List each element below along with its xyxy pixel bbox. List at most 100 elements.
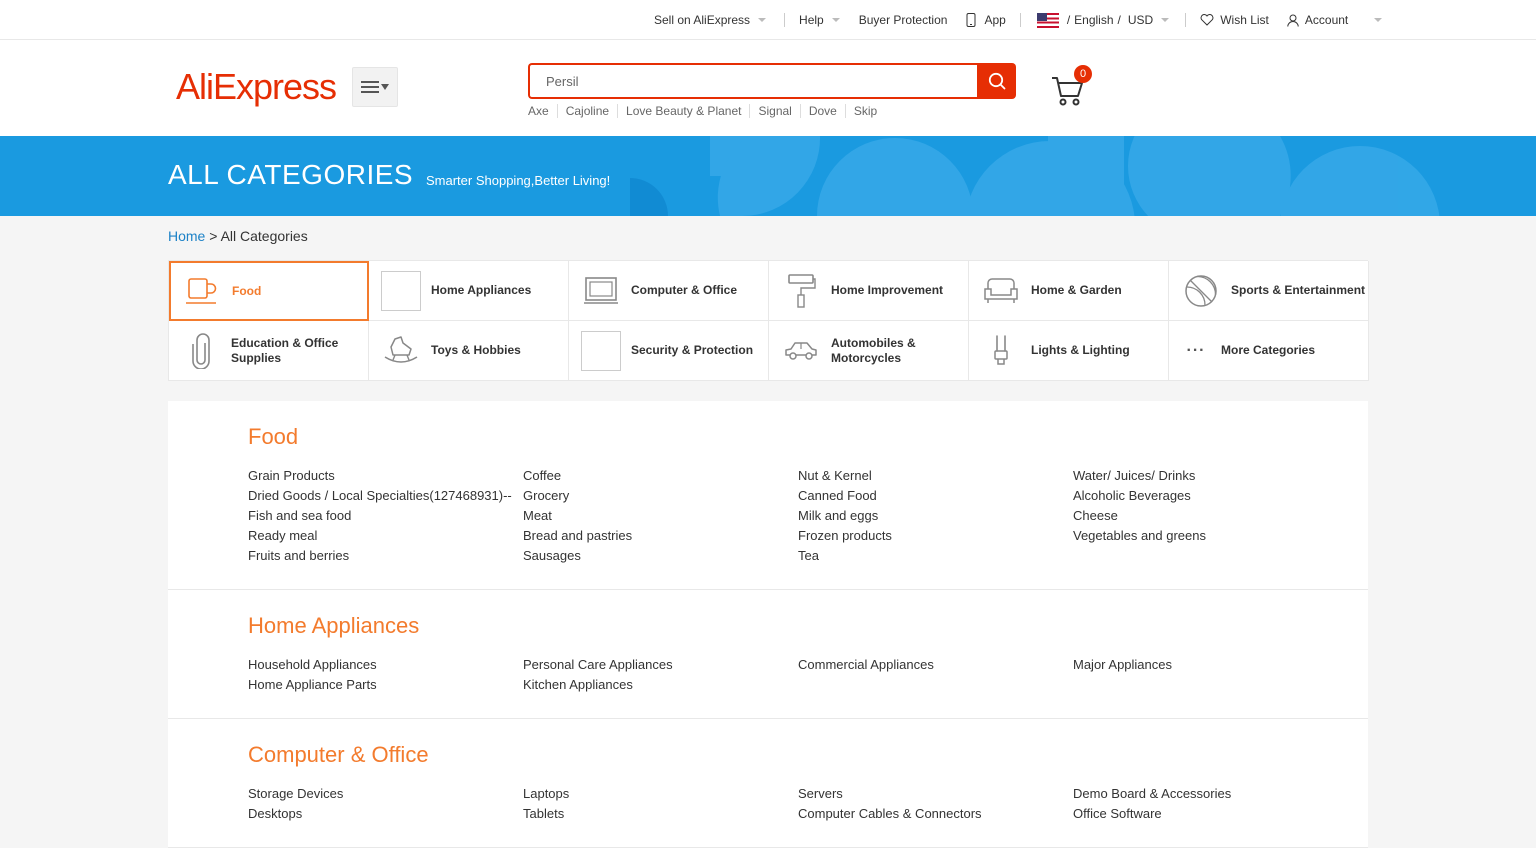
hot-search-link[interactable]: Skip — [844, 104, 885, 118]
section-title[interactable]: Food — [248, 424, 1368, 450]
search-input[interactable] — [528, 63, 977, 99]
subcategory-link[interactable]: Computer Cables & Connectors — [798, 804, 1073, 824]
subcategory-link[interactable]: Meat — [523, 506, 798, 526]
subcategory-link[interactable]: Canned Food — [798, 486, 1073, 506]
hot-search-link[interactable]: Axe — [528, 104, 557, 118]
search-bar — [528, 63, 1016, 99]
image-placeholder-icon — [581, 330, 621, 371]
subcategory-link[interactable]: Tea — [798, 546, 1073, 566]
image-placeholder-icon — [381, 270, 421, 311]
section-food: Food Grain Products Coffee Nut & Kernel … — [168, 401, 1368, 590]
subcategory-link[interactable]: Fruits and berries — [248, 546, 523, 566]
account-link[interactable]: Account — [1287, 13, 1348, 27]
breadcrumb: Home > All Categories — [168, 228, 308, 244]
paperclip-icon — [181, 331, 221, 371]
language-currency-selector[interactable]: / English / USD — [1036, 12, 1170, 28]
heart-icon — [1200, 14, 1214, 26]
subcategory-link[interactable]: Tablets — [523, 804, 798, 824]
category-sections: Food Grain Products Coffee Nut & Kernel … — [168, 401, 1368, 848]
subcategory-link[interactable]: Laptops — [523, 784, 798, 804]
buyer-protection-link[interactable]: Buyer Protection — [859, 13, 948, 27]
subcategory-link[interactable]: Household Appliances — [248, 655, 523, 675]
subcategory-link[interactable]: Commercial Appliances — [798, 655, 1073, 675]
category-tile-education-office[interactable]: Education & Office Supplies — [169, 321, 369, 381]
breadcrumb-home-link[interactable]: Home — [168, 228, 205, 244]
section-title[interactable]: Home Appliances — [248, 613, 1368, 639]
chevron-down-icon[interactable] — [1374, 18, 1383, 22]
top-bar: Sell on AliExpress Help Buyer Protection… — [0, 0, 1536, 40]
category-banner: ALL CATEGORIES Smarter Shopping,Better L… — [0, 136, 1536, 216]
category-tile-home-improvement[interactable]: Home Improvement — [769, 261, 969, 321]
app-link[interactable]: App — [966, 13, 1006, 27]
subcategory-link[interactable]: Servers — [798, 784, 1073, 804]
subcategory-link[interactable]: Grain Products — [248, 466, 523, 486]
subcategory-link[interactable]: Desktops — [248, 804, 523, 824]
subcategory-link[interactable]: Vegetables and greens — [1073, 526, 1348, 546]
category-tile-toys-hobbies[interactable]: Toys & Hobbies — [369, 321, 569, 381]
subcategory-link[interactable]: Personal Care Appliances — [523, 655, 798, 675]
hamburger-icon — [361, 81, 379, 93]
subcategory-link[interactable]: Storage Devices — [248, 784, 523, 804]
category-tile-automobiles[interactable]: Automobiles & Motorcycles — [769, 321, 969, 381]
us-flag-icon — [1036, 12, 1059, 28]
aliexpress-logo[interactable]: AliExpress — [176, 66, 337, 108]
subcategory-grid: Grain Products Coffee Nut & Kernel Water… — [248, 466, 1368, 566]
more-icon: ··· — [1186, 341, 1206, 359]
cart-button[interactable]: 0 — [1050, 64, 1100, 108]
subcategory-grid: Storage Devices Laptops Servers Demo Boa… — [248, 784, 1368, 824]
hot-search-link[interactable]: Signal — [749, 104, 799, 118]
subcategory-link[interactable]: Home Appliance Parts — [248, 675, 523, 695]
subcategory-link[interactable]: Nut & Kernel — [798, 466, 1073, 486]
header: AliExpress Axe Cajoline Love Beauty & Pl… — [0, 40, 1536, 136]
wish-list-link[interactable]: Wish List — [1200, 13, 1269, 27]
section-title[interactable]: Computer & Office — [248, 742, 1368, 768]
hot-search-link[interactable]: Dove — [799, 104, 845, 118]
subcategory-link[interactable]: Dried Goods / Local Specialties(12746893… — [248, 486, 523, 506]
category-tile-home-garden[interactable]: Home & Garden — [969, 261, 1169, 321]
divider — [1185, 13, 1187, 27]
divider — [1019, 13, 1021, 27]
hot-search-link[interactable]: Cajoline — [556, 104, 617, 118]
search-button[interactable] — [977, 63, 1016, 99]
category-grid: Food Home Appliances Computer & Office H… — [168, 260, 1369, 381]
category-tile-sports-entertainment[interactable]: Sports & Entertainment — [1169, 261, 1369, 321]
subcategory-link[interactable]: Coffee — [523, 466, 798, 486]
divider — [784, 13, 786, 27]
banner-title: ALL CATEGORIES — [168, 159, 414, 190]
chevron-down-icon — [758, 18, 767, 22]
cup-icon — [182, 271, 222, 311]
subcategory-link[interactable]: Water/ Juices/ Drinks — [1073, 466, 1348, 486]
subcategory-link[interactable]: Cheese — [1073, 506, 1348, 526]
category-tile-more[interactable]: ··· More Categories — [1169, 321, 1369, 381]
category-tile-home-appliances[interactable]: Home Appliances — [369, 261, 569, 321]
subcategory-link[interactable]: Milk and eggs — [798, 506, 1073, 526]
subcategory-link[interactable]: Kitchen Appliances — [523, 675, 798, 695]
search-icon — [988, 72, 1005, 90]
subcategory-link[interactable]: Frozen products — [798, 526, 1073, 546]
subcategory-link[interactable]: Major Appliances — [1073, 655, 1348, 675]
subcategory-link[interactable]: Bread and pastries — [523, 526, 798, 546]
category-tile-security-protection[interactable]: Security & Protection — [569, 321, 769, 381]
hot-searches: Axe Cajoline Love Beauty & Planet Signal… — [528, 104, 885, 118]
sell-on-aliexpress-link[interactable]: Sell on AliExpress — [654, 13, 767, 27]
subcategory-link[interactable]: Alcoholic Beverages — [1073, 486, 1348, 506]
subcategory-link[interactable]: Sausages — [523, 546, 798, 566]
section-computer-office: Computer & Office Storage Devices Laptop… — [168, 719, 1368, 848]
user-icon — [1287, 14, 1299, 27]
subcategory-link[interactable]: Ready meal — [248, 526, 523, 546]
subcategory-link[interactable]: Demo Board & Accessories — [1073, 784, 1348, 804]
category-menu-button[interactable] — [352, 67, 398, 107]
section-home-appliances: Home Appliances Household Appliances Per… — [168, 590, 1368, 719]
category-tile-lights-lighting[interactable]: Lights & Lighting — [969, 321, 1169, 381]
breadcrumb-current: All Categories — [220, 228, 308, 244]
subcategory-link[interactable]: Office Software — [1073, 804, 1348, 824]
help-link[interactable]: Help — [799, 13, 840, 27]
subcategory-link[interactable]: Fish and sea food — [248, 506, 523, 526]
rocking-horse-icon — [381, 331, 421, 371]
monitor-icon — [581, 271, 621, 311]
hot-search-link[interactable]: Love Beauty & Planet — [617, 104, 749, 118]
car-icon — [781, 331, 821, 371]
category-tile-food[interactable]: Food — [169, 261, 369, 321]
subcategory-link[interactable]: Grocery — [523, 486, 798, 506]
category-tile-computer-office[interactable]: Computer & Office — [569, 261, 769, 321]
